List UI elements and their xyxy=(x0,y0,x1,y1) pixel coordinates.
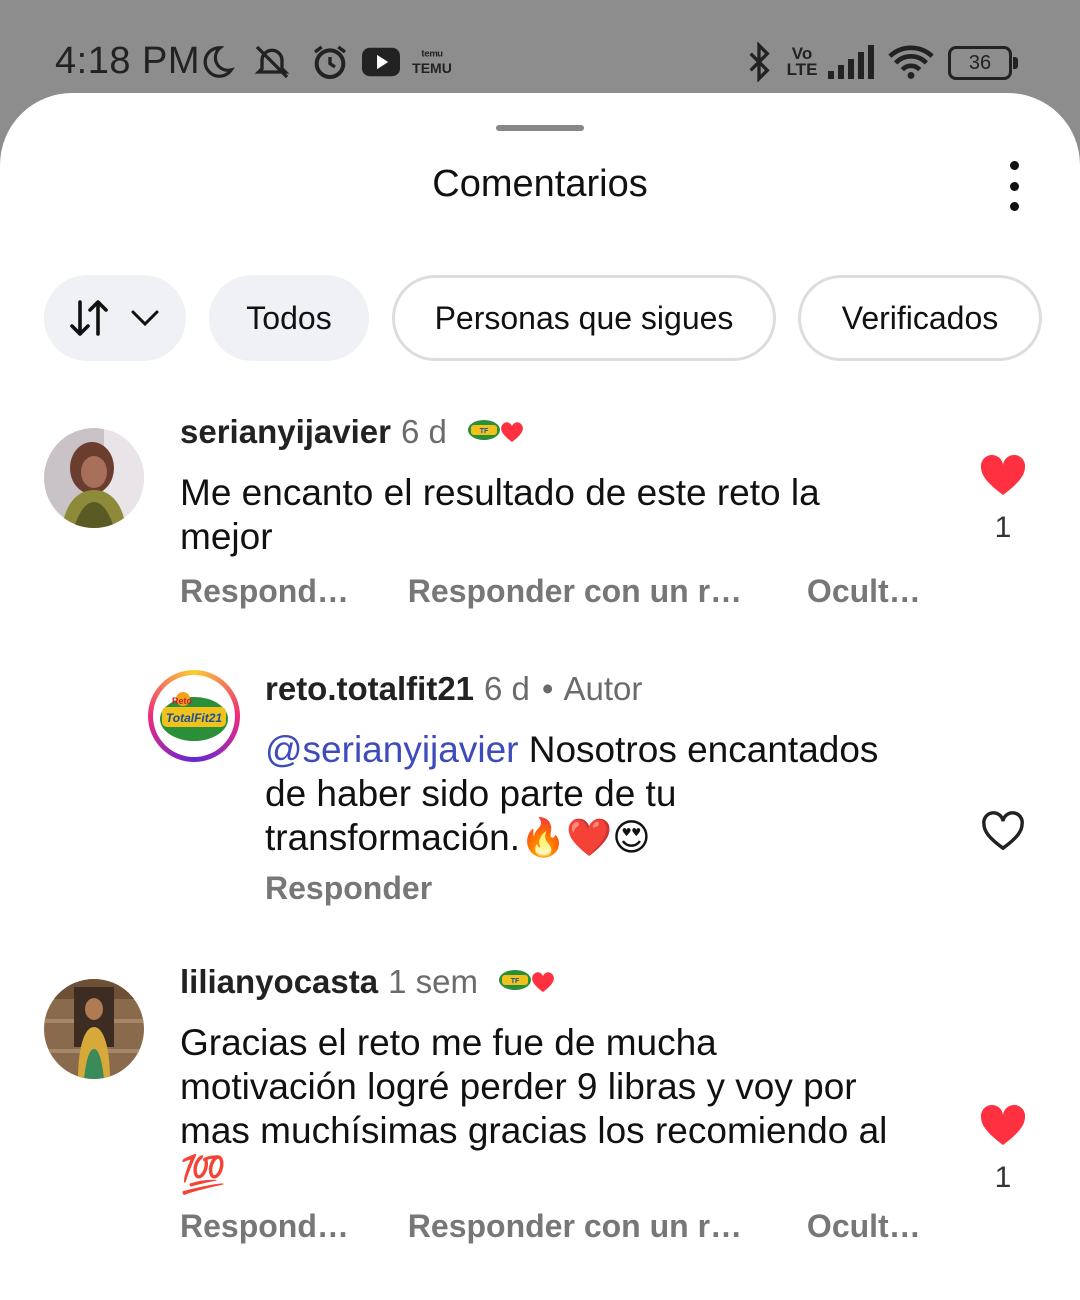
comment-time: 6 d xyxy=(401,413,447,450)
svg-text:TF: TF xyxy=(511,978,520,985)
avatar[interactable] xyxy=(44,979,144,1079)
youtube-icon xyxy=(362,42,400,82)
heart-filled-icon[interactable] xyxy=(978,453,1028,502)
totalfit-badge-icon: TF xyxy=(466,414,530,454)
svg-text:Reto: Reto xyxy=(172,696,193,706)
status-bar: 4:18 PM ᵗᵉᵐᵘ TEMU Vo LTE 36 xyxy=(0,0,1080,95)
signal-icon xyxy=(828,42,876,82)
reply-button[interactable]: Respond… xyxy=(180,573,349,609)
filter-todos[interactable]: Todos xyxy=(209,275,369,361)
notifications-off-icon xyxy=(250,42,294,82)
sort-button[interactable] xyxy=(44,275,186,361)
comment-time: 6 d xyxy=(484,670,530,707)
bluetooth-icon xyxy=(744,42,774,82)
totalfit-logo: TotalFit21 Reto xyxy=(160,692,228,741)
reply-button[interactable]: Responder xyxy=(265,870,432,906)
moon-icon xyxy=(198,42,236,82)
svg-text:TF: TF xyxy=(480,428,489,435)
battery-indicator: 36 xyxy=(948,46,1018,80)
separator-dot: • xyxy=(541,670,554,707)
alarm-icon xyxy=(310,42,350,82)
mention-link[interactable]: @serianyijavier xyxy=(265,729,518,770)
hide-button[interactable]: Ocult… xyxy=(807,573,921,609)
reply-with-reel-button[interactable]: Responder con un r… xyxy=(408,1208,742,1244)
comment-time: 1 sem xyxy=(388,963,478,1000)
sheet-title: Comentarios xyxy=(432,163,648,205)
totalfit-badge-icon: TF xyxy=(497,964,561,1004)
drag-handle[interactable] xyxy=(496,125,584,131)
comment-text: Gracias el reto me fue de mucha motivaci… xyxy=(180,1022,888,1195)
comment-actions: Respond… Responder con un r… Ocult… xyxy=(180,573,921,610)
comment-username[interactable]: serianyijavier 6 d TF xyxy=(180,413,530,454)
like-count: 1 xyxy=(994,511,1012,544)
comment-text: @serianyijavier Nosotros encantados de h… xyxy=(265,729,879,858)
filter-following[interactable]: Personas que sigues xyxy=(392,275,776,361)
like-count: 1 xyxy=(994,1161,1012,1194)
heart-outline-icon[interactable] xyxy=(978,810,1028,857)
author-label: Autor xyxy=(563,670,643,707)
chevron-down-icon xyxy=(131,310,159,327)
heart-filled-icon[interactable] xyxy=(978,1103,1028,1152)
avatar[interactable] xyxy=(44,428,144,528)
status-time: 4:18 PM xyxy=(55,40,201,82)
wifi-icon xyxy=(888,42,934,82)
temu-icon: ᵗᵉᵐᵘ TEMU xyxy=(412,47,452,76)
comment-actions: Responder xyxy=(265,870,432,907)
comment-text: Me encanto el resultado de este reto la … xyxy=(180,472,820,557)
reply-button[interactable]: Respond… xyxy=(180,1208,349,1244)
volte-icon: Vo LTE xyxy=(786,44,818,79)
more-vertical-icon[interactable] xyxy=(994,161,1034,211)
comment-username[interactable]: lilianyocasta 1 sem TF xyxy=(180,963,561,1004)
filter-bar: Todos Personas que sigues Verificados xyxy=(0,275,1080,365)
sort-arrows-icon xyxy=(70,300,108,336)
comment-actions: Respond… Responder con un r… Ocult… xyxy=(180,1208,921,1245)
filter-verified[interactable]: Verificados xyxy=(798,275,1042,361)
hide-button[interactable]: Ocult… xyxy=(807,1208,921,1244)
svg-text:TotalFit21: TotalFit21 xyxy=(166,711,223,725)
comment-username[interactable]: reto.totalfit21 6 d • Autor xyxy=(265,670,642,708)
comments-sheet: Comentarios Todos Personas que sigues Ve… xyxy=(0,93,1080,1300)
reply-with-reel-button[interactable]: Responder con un r… xyxy=(408,573,742,609)
story-ring-avatar[interactable]: TotalFit21 Reto xyxy=(148,670,240,762)
